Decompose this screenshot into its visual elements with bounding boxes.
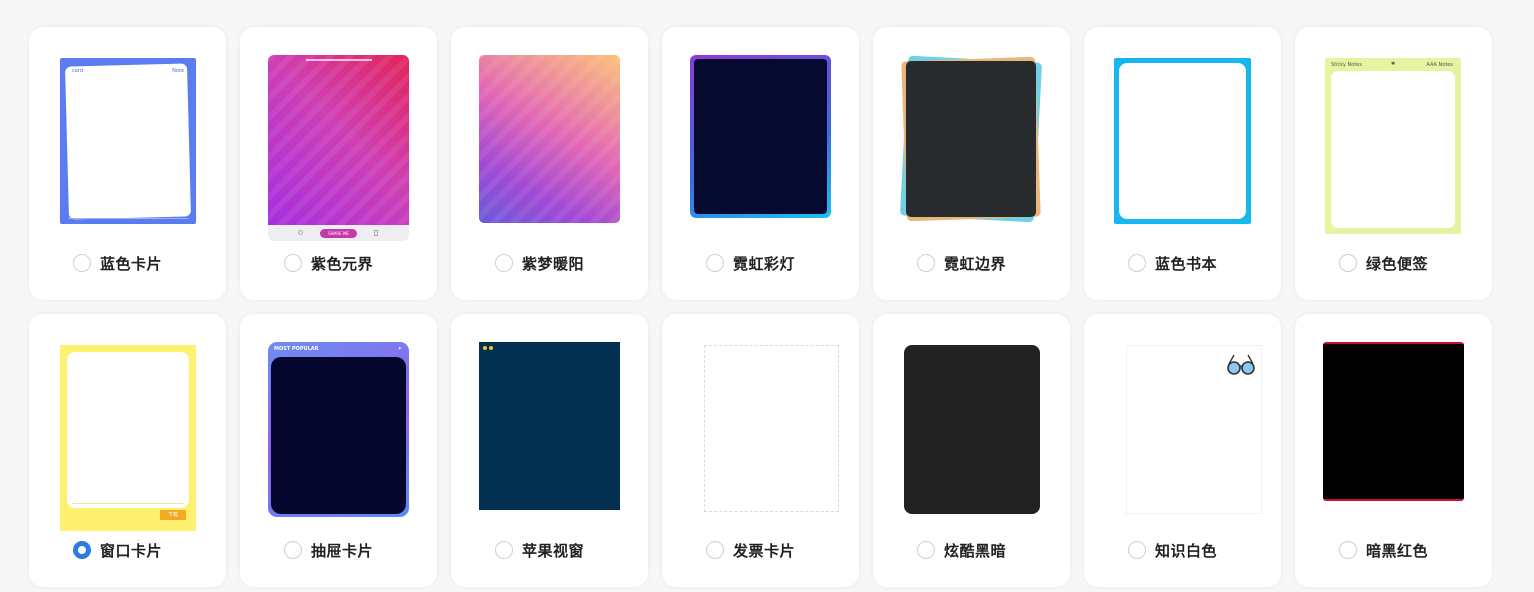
radio-button[interactable] (284, 254, 302, 272)
radio-button[interactable] (495, 541, 513, 559)
preview-text: MOST POPULAR (274, 346, 319, 352)
template-label: 霓虹边界 (944, 254, 1007, 273)
window-card-preview: 下载 (60, 345, 196, 531)
radio-button[interactable] (284, 541, 302, 559)
template-option[interactable]: 绿色便签 (1339, 252, 1428, 274)
template-card-dark-red[interactable]: 暗黑红色 (1295, 314, 1492, 587)
template-card-purple-dream[interactable]: 紫梦暖阳 (451, 27, 648, 300)
template-option[interactable]: 知识白色 (1128, 539, 1217, 561)
template-option[interactable]: 紫色元界 (284, 252, 373, 274)
green-sticky-preview: Sticky Notes ✱ AAA Notes (1325, 58, 1461, 234)
card-style-grid: card Note 蓝色卡片 SHARE ME 紫色元界 紫梦暖阳 霓虹彩灯 霓… (29, 27, 1492, 587)
template-card-green-sticky[interactable]: Sticky Notes ✱ AAA Notes 绿色便签 (1295, 27, 1492, 300)
preview-download-button: 下载 (160, 510, 186, 520)
preview-share-pill: SHARE ME (320, 229, 357, 238)
template-preview: MOST POPULAR ✦ (268, 342, 409, 528)
preview-text: ✱ (1391, 61, 1396, 67)
template-label: 蓝色卡片 (100, 254, 163, 273)
template-option[interactable]: 发票卡片 (706, 539, 795, 561)
radio-button[interactable] (1339, 254, 1357, 272)
template-label: 紫梦暖阳 (522, 254, 585, 273)
template-option[interactable]: 抽屉卡片 (284, 539, 373, 561)
preview-text: Sticky Notes (1331, 62, 1362, 68)
neon-border-preview (899, 55, 1043, 225)
template-preview (1112, 342, 1262, 528)
template-label: 发票卡片 (733, 541, 796, 560)
template-preview (690, 342, 839, 528)
template-preview: 下载 (57, 342, 198, 531)
template-option[interactable]: 窗口卡片 (73, 539, 162, 561)
template-label: 抽屉卡片 (311, 541, 374, 560)
template-card-neon-border[interactable]: 霓虹边界 (873, 27, 1070, 300)
purple-dream-preview (479, 55, 620, 223)
template-label: 知识白色 (1155, 541, 1218, 560)
radio-button[interactable] (1339, 541, 1357, 559)
glasses-icon (1227, 354, 1255, 375)
template-card-blue-book[interactable]: 蓝色书本 (1084, 27, 1281, 300)
template-card-apple-window[interactable]: 苹果视窗 (451, 314, 648, 587)
invoice-card-preview (704, 345, 839, 512)
radio-button[interactable] (1128, 541, 1146, 559)
radio-button[interactable] (917, 541, 935, 559)
template-option[interactable]: 炫酷黑暗 (917, 539, 1006, 561)
template-label: 炫酷黑暗 (944, 541, 1007, 560)
template-preview (901, 342, 1042, 528)
template-preview (479, 55, 620, 241)
radio-button-selected[interactable] (73, 541, 91, 559)
template-card-purple-realm[interactable]: SHARE ME 紫色元界 (240, 27, 437, 300)
template-card-knowledge-white[interactable]: 知识白色 (1084, 314, 1281, 587)
blue-book-preview (1114, 58, 1251, 224)
radio-button[interactable] (706, 254, 724, 272)
template-option[interactable]: 霓虹边界 (917, 252, 1006, 274)
template-label: 霓虹彩灯 (733, 254, 796, 273)
preview-text: ✦ (397, 346, 402, 352)
template-preview (1323, 342, 1464, 528)
preview-text: AAA Notes (1426, 62, 1453, 68)
template-preview: Sticky Notes ✱ AAA Notes (1323, 55, 1464, 241)
purple-realm-preview: SHARE ME (268, 55, 409, 241)
template-card-blue-card[interactable]: card Note 蓝色卡片 (29, 27, 226, 300)
dark-red-preview (1323, 342, 1464, 501)
template-preview (690, 55, 831, 241)
template-label: 绿色便签 (1366, 254, 1429, 273)
apple-window-preview (479, 342, 620, 510)
radio-button[interactable] (917, 254, 935, 272)
template-option[interactable]: 苹果视窗 (495, 539, 584, 561)
template-label: 苹果视窗 (522, 541, 585, 560)
radio-button[interactable] (706, 541, 724, 559)
template-label: 暗黑红色 (1366, 541, 1429, 560)
template-card-drawer[interactable]: MOST POPULAR ✦ 抽屉卡片 (240, 314, 437, 587)
template-label: 蓝色书本 (1155, 254, 1218, 273)
template-preview: SHARE ME (268, 55, 409, 241)
template-card-neon-lights[interactable]: 霓虹彩灯 (662, 27, 859, 300)
neon-lights-preview (690, 55, 831, 218)
template-option[interactable]: 霓虹彩灯 (706, 252, 795, 274)
radio-button[interactable] (1128, 254, 1146, 272)
template-card-invoice[interactable]: 发票卡片 (662, 314, 859, 587)
preview-text: Note (172, 68, 184, 74)
template-option[interactable]: 紫梦暖阳 (495, 252, 584, 274)
knowledge-white-preview (1126, 345, 1262, 514)
template-preview (899, 55, 1043, 241)
template-preview: card Note (57, 55, 198, 241)
template-option[interactable]: 暗黑红色 (1339, 539, 1428, 561)
cool-dark-preview (904, 345, 1040, 514)
template-preview (479, 342, 620, 528)
radio-button[interactable] (495, 254, 513, 272)
blue-card-preview: card Note (60, 58, 196, 224)
template-option[interactable]: 蓝色卡片 (73, 252, 162, 274)
template-card-cool-dark[interactable]: 炫酷黑暗 (873, 314, 1070, 587)
template-label: 紫色元界 (311, 254, 374, 273)
template-preview (1112, 55, 1253, 241)
preview-text: card (72, 68, 83, 74)
radio-button[interactable] (73, 254, 91, 272)
template-label: 窗口卡片 (100, 541, 163, 560)
template-card-window[interactable]: 下载 窗口卡片 (29, 314, 226, 587)
template-option[interactable]: 蓝色书本 (1128, 252, 1217, 274)
drawer-card-preview: MOST POPULAR ✦ (268, 342, 409, 517)
